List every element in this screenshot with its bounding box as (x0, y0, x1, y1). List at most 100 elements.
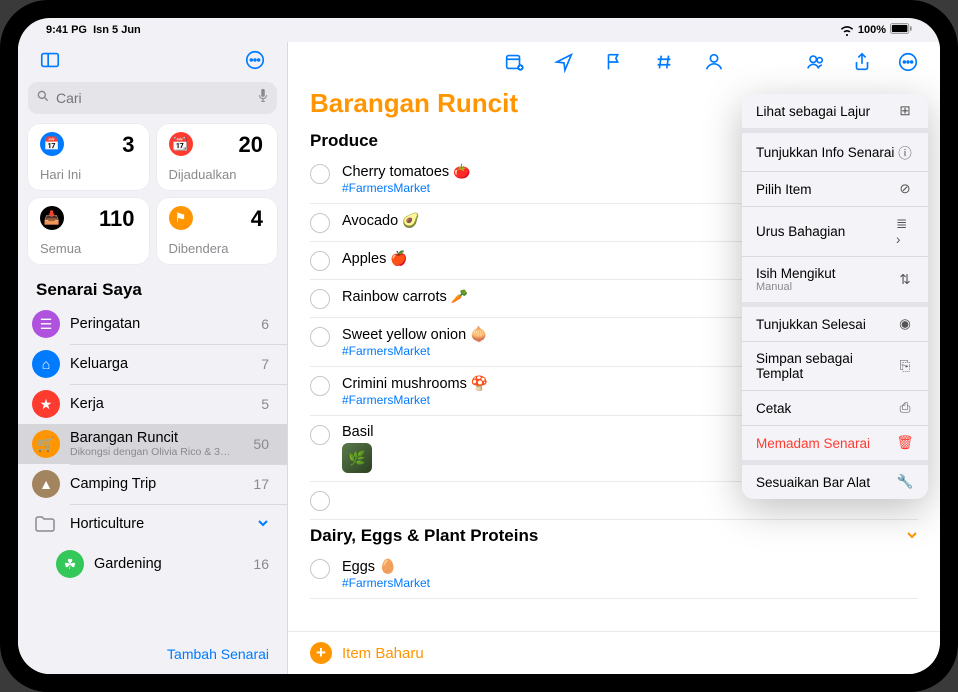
search-field[interactable] (56, 90, 257, 106)
sidebar-toggle-icon[interactable] (36, 46, 64, 74)
status-bar: 9:41 PG Isn 5 Jun 100% (18, 18, 940, 42)
menu-item-memadam-senarai[interactable]: Memadam Senarai 🗑 (742, 426, 928, 465)
tag-icon[interactable] (650, 48, 678, 76)
menu-item-sublabel: Manual (756, 281, 896, 293)
complete-checkbox[interactable] (310, 289, 330, 309)
flag-icon[interactable] (600, 48, 628, 76)
menu-item-icon: ⎙ (896, 400, 914, 416)
smart-tile-label: Dibendera (169, 241, 229, 256)
menu-item-label: Tunjukkan Selesai (756, 317, 896, 332)
smart-tile-hari-ini[interactable]: 📅 3 Hari Ini (28, 124, 149, 190)
list-icon: ☰ (32, 310, 60, 338)
complete-checkbox[interactable] (310, 251, 330, 271)
share-people-icon[interactable] (802, 48, 830, 76)
menu-item-icon: 🔧 (896, 474, 914, 490)
sidebar-list-kerja[interactable]: ★ Kerja 5 (18, 384, 287, 424)
sidebar-list-keluarga[interactable]: ⌂ Keluarga 7 (18, 344, 287, 384)
smart-tile-count: 110 (99, 206, 135, 232)
menu-item-icon: ≣ › (896, 216, 914, 247)
list-icon: 🛒 (32, 430, 60, 458)
dictate-icon[interactable] (257, 88, 269, 109)
share-icon[interactable] (848, 48, 876, 76)
smart-tile-icon: 📥 (40, 206, 64, 230)
attachment-thumbnail[interactable]: 🌿 (342, 443, 372, 473)
menu-item-label: Tunjukkan Info Senarai (756, 145, 896, 160)
sidebar-list-gardening[interactable]: ☘︎ Gardening 16 (18, 544, 287, 584)
menu-item-label: Memadam Senarai (756, 436, 896, 451)
emoji-icon: 🍅 (453, 163, 470, 180)
menu-item-simpan-sebagai-templat[interactable]: Simpan sebagai Templat ⎘ (742, 342, 928, 391)
complete-checkbox[interactable] (310, 491, 330, 511)
menu-item-label: Simpan sebagai Templat (756, 351, 896, 381)
chevron-down-icon[interactable] (906, 528, 918, 544)
smart-tile-dijadualkan[interactable]: 📆 20 Dijadualkan (157, 124, 278, 190)
folder-horticulture[interactable]: Horticulture (18, 504, 287, 544)
location-icon[interactable] (550, 48, 578, 76)
emoji-icon: 🥑 (402, 212, 419, 229)
menu-item-tunjukkan-info-senarai[interactable]: Tunjukkan Info Senarai ⓘ (742, 133, 928, 172)
search-input[interactable] (28, 82, 277, 114)
menu-item-cetak[interactable]: Cetak ⎙ (742, 391, 928, 426)
new-reminder-label: Item Baharu (342, 645, 424, 662)
list-icon: ▲ (32, 470, 60, 498)
emoji-icon: 🍄 (471, 375, 488, 392)
emoji-icon: 🥚 (379, 558, 396, 575)
battery-percent: 100% (858, 24, 886, 36)
smart-tile-semua[interactable]: 📥 110 Semua (28, 198, 149, 264)
wifi-icon (840, 24, 854, 36)
smart-lists-grid: 📅 3 Hari Ini 📆 20 Dijadualkan 📥 110 Semu… (18, 124, 287, 274)
list-count: 7 (261, 356, 269, 372)
list-label: Kerja (70, 396, 251, 412)
menu-item-label: Cetak (756, 401, 896, 416)
main-toolbar (288, 42, 940, 86)
chevron-down-icon[interactable] (257, 516, 269, 532)
calendar-badge-icon[interactable] (500, 48, 528, 76)
menu-item-label: Pilih Item (756, 182, 896, 197)
smart-tile-icon: 📅 (40, 132, 64, 156)
list-label: Barangan RuncitDikongsi dengan Olivia Ri… (70, 430, 243, 458)
sidebar-list-barangan-runcit[interactable]: 🛒 Barangan RuncitDikongsi dengan Olivia … (18, 424, 287, 464)
complete-checkbox[interactable] (310, 164, 330, 184)
new-reminder-button[interactable]: + Item Baharu (288, 631, 940, 674)
menu-item-urus-bahagian[interactable]: Urus Bahagian ≣ › (742, 207, 928, 257)
menu-item-pilih-item[interactable]: Pilih Item ⊘ (742, 172, 928, 207)
menu-item-label: Isih MengikutManual (756, 266, 896, 293)
sidebar-list-peringatan[interactable]: ☰ Peringatan 6 (18, 304, 287, 344)
status-right: 100% (840, 23, 912, 37)
my-lists: ☰ Peringatan 6 ⌂ Keluarga 7 ★ Kerja 5 🛒 … (18, 304, 287, 636)
status-time: 9:41 PG Isn 5 Jun (46, 24, 141, 36)
section-header[interactable]: Dairy, Eggs & Plant Proteins (288, 520, 940, 550)
complete-checkbox[interactable] (310, 559, 330, 579)
complete-checkbox[interactable] (310, 213, 330, 233)
smart-tile-dibendera[interactable]: ⚑ 4 Dibendera (157, 198, 278, 264)
add-list-button[interactable]: Tambah Senarai (167, 646, 269, 662)
menu-item-icon: ⓘ (896, 142, 914, 162)
menu-item-isih-mengikut[interactable]: Isih MengikutManual ⇅ (742, 257, 928, 307)
smart-tile-count: 4 (251, 206, 263, 232)
menu-item-tunjukkan-selesai[interactable]: Tunjukkan Selesai ◉ (742, 307, 928, 342)
list-label: Camping Trip (70, 476, 243, 492)
person-icon[interactable] (700, 48, 728, 76)
complete-checkbox[interactable] (310, 425, 330, 445)
screen: 9:41 PG Isn 5 Jun 100% (18, 18, 940, 674)
list-count: 50 (253, 436, 269, 452)
ellipsis-icon[interactable] (894, 48, 922, 76)
reminder-item[interactable]: Eggs 🥚 #FarmersMarket (310, 550, 918, 599)
folder-label: Horticulture (70, 516, 247, 532)
menu-item-lihat-sebagai-lajur[interactable]: Lihat sebagai Lajur ⊞ (742, 94, 928, 133)
list-count: 6 (261, 316, 269, 332)
reminder-tag[interactable]: #FarmersMarket (342, 576, 918, 590)
menu-item-sesuaikan-bar-alat[interactable]: Sesuaikan Bar Alat 🔧 (742, 465, 928, 499)
menu-item-icon: ⊘ (896, 181, 914, 197)
section-title: Dairy, Eggs & Plant Proteins (310, 526, 538, 546)
list-count: 5 (261, 396, 269, 412)
more-icon[interactable] (241, 46, 269, 74)
list-count: 17 (253, 476, 269, 492)
menu-item-label: Urus Bahagian (756, 224, 896, 239)
complete-checkbox[interactable] (310, 376, 330, 396)
smart-tile-label: Semua (40, 241, 81, 256)
complete-checkbox[interactable] (310, 327, 330, 347)
sidebar-list-camping-trip[interactable]: ▲ Camping Trip 17 (18, 464, 287, 504)
menu-item-icon: ◉ (896, 316, 914, 332)
smart-tile-icon: 📆 (169, 132, 193, 156)
